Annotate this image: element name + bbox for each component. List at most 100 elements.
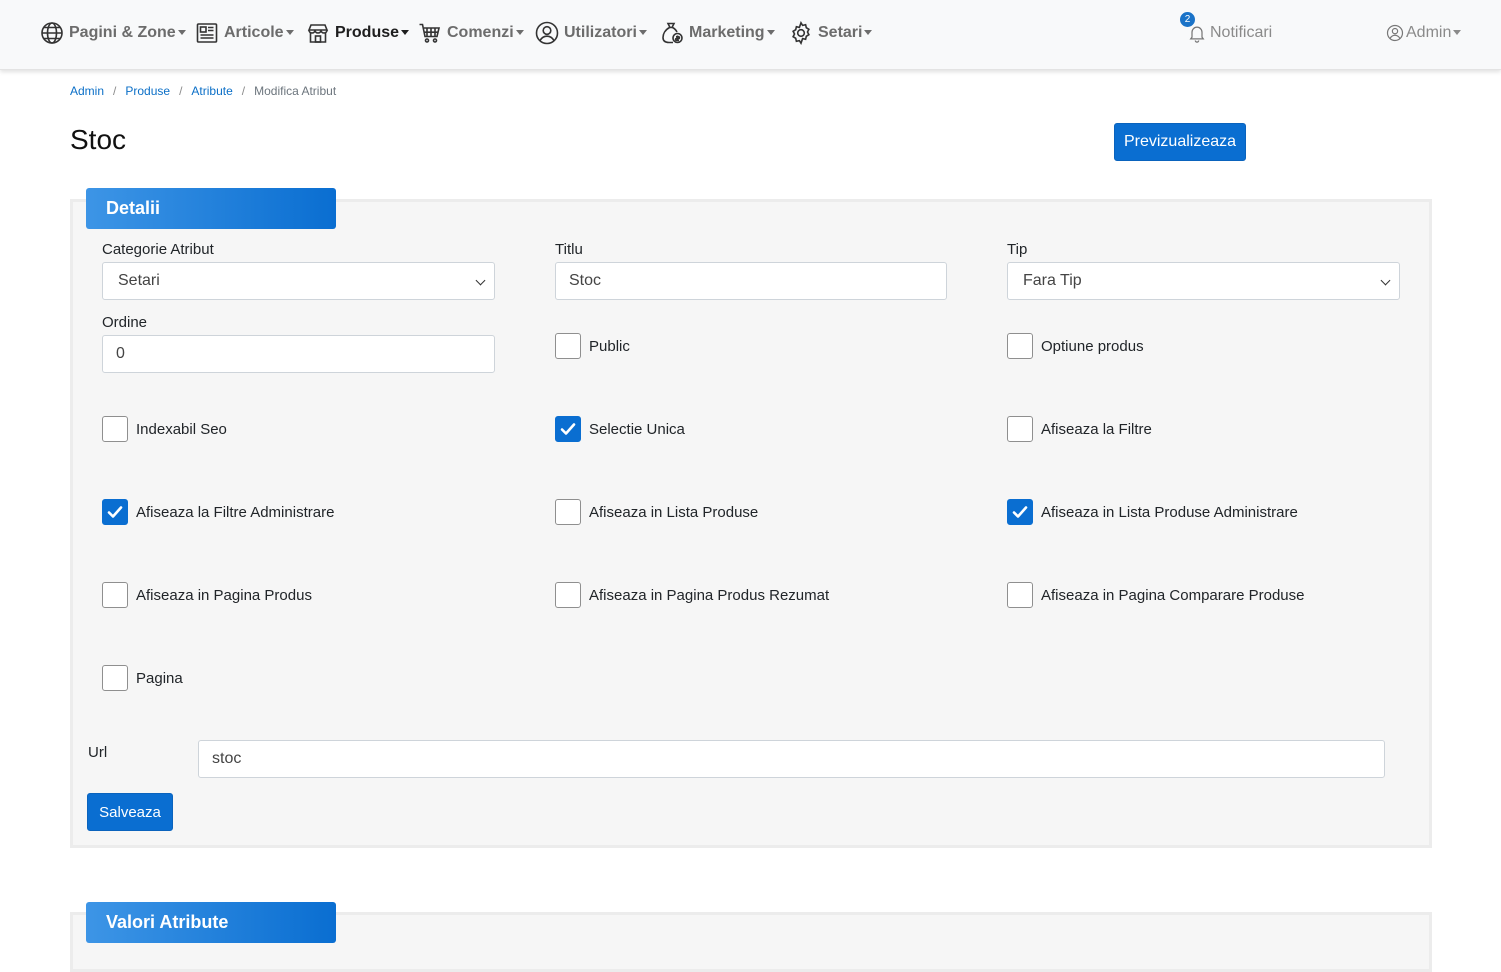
order-label: Ordine	[102, 314, 148, 331]
nav-label: Setari	[818, 24, 863, 41]
checkbox-box[interactable]	[555, 582, 581, 608]
breadcrumb-separator: /	[179, 84, 183, 98]
checkbox-pagina[interactable]: Pagina	[102, 665, 183, 691]
checkbox-afiseaza-in-pagina-produs-rezumat[interactable]: Afiseaza in Pagina Produs Rezumat	[555, 582, 829, 608]
admin-user-menu[interactable]: Admin	[1386, 19, 1462, 47]
checkbox-label: Afiseaza in Pagina Produs	[136, 586, 312, 604]
checkmark-icon	[560, 423, 576, 435]
checkbox-label: Public	[589, 337, 630, 355]
notification-count-badge: 2	[1180, 12, 1195, 27]
nav-label: Produse	[335, 24, 400, 41]
checkbox-label: Afiseaza in Pagina Produs Rezumat	[589, 586, 830, 604]
money-bag-icon	[660, 21, 684, 45]
type-select[interactable]: Fara Tip	[1007, 262, 1400, 300]
checkbox-label: Afiseaza la Filtre	[1041, 420, 1152, 438]
type-label: Tip	[1007, 241, 1028, 258]
url-label: Url	[88, 744, 108, 761]
order-input[interactable]: 0	[102, 335, 495, 373]
save-button[interactable]: Salveaza	[87, 793, 173, 831]
checkbox-afiseaza-la-filtre[interactable]: Afiseaza la Filtre	[1007, 416, 1152, 442]
globe-icon	[40, 21, 64, 45]
user-circle-icon	[1386, 24, 1404, 42]
checkbox-label: Indexabil Seo	[136, 420, 227, 438]
checkmark-icon	[107, 506, 123, 518]
checkbox-box[interactable]	[555, 333, 581, 359]
checkbox-afiseaza-in-pagina-produs[interactable]: Afiseaza in Pagina Produs	[102, 582, 312, 608]
checkbox-box[interactable]	[1007, 333, 1033, 359]
chevron-down-icon	[515, 29, 524, 35]
checkbox-public[interactable]: Public	[555, 333, 630, 359]
checkbox-label: Optiune produs	[1041, 337, 1144, 355]
checkbox-afiseaza-la-filtre-administrare[interactable]: Afiseaza la Filtre Administrare	[102, 499, 334, 525]
chevron-down-icon	[177, 29, 186, 35]
checkbox-box[interactable]	[1007, 499, 1033, 525]
checkbox-optiune-produs[interactable]: Optiune produs	[1007, 333, 1144, 359]
checkbox-indexabil-seo[interactable]: Indexabil Seo	[102, 416, 227, 442]
checkbox-label: Afiseaza in Lista Produse Administrare	[1041, 503, 1298, 521]
type-select-value: Fara Tip	[1023, 272, 1082, 289]
checkbox-label: Afiseaza in Pagina Comparare Produse	[1041, 586, 1305, 604]
notifications-label: Notificari	[1210, 24, 1273, 41]
checkbox-box[interactable]	[102, 499, 128, 525]
nav-marketing[interactable]: Marketing	[660, 19, 775, 47]
nav-label: Comenzi	[447, 24, 514, 41]
nav-label: Articole	[224, 24, 284, 41]
notifications-menu[interactable]: 2 Notificari	[1180, 12, 1273, 47]
url-input[interactable]: stoc	[198, 740, 1385, 778]
breadcrumb-link-admin[interactable]: Admin	[70, 84, 104, 98]
nav-label: Utilizatori	[564, 24, 637, 41]
checkbox-box[interactable]	[555, 416, 581, 442]
chevron-down-icon	[766, 29, 775, 35]
checkbox-label: Pagina	[136, 669, 183, 687]
nav-pagini-zone[interactable]: Pagini & Zone	[40, 19, 186, 47]
checkbox-selectie-unica[interactable]: Selectie Unica	[555, 416, 685, 442]
nav-setari[interactable]: Setari	[789, 19, 873, 47]
chevron-down-icon	[1453, 29, 1462, 35]
nav-articole[interactable]: Articole	[195, 19, 294, 47]
nav-utilizatori[interactable]: Utilizatori	[535, 19, 647, 47]
category-label: Categorie Atribut	[102, 241, 214, 258]
checkbox-box[interactable]	[102, 416, 128, 442]
checkbox-label: Selectie Unica	[589, 420, 685, 438]
preview-button[interactable]: Previzualizeaza	[1114, 123, 1246, 161]
page-title: Stoc	[70, 124, 127, 155]
checkbox-label: Afiseaza la Filtre Administrare	[136, 503, 335, 521]
values-tab-header: Valori Atribute	[86, 902, 336, 943]
chevron-down-icon	[638, 29, 647, 35]
user-circle-icon	[535, 21, 559, 45]
chevron-down-icon	[864, 29, 873, 35]
newspaper-icon	[195, 21, 219, 45]
breadcrumb-separator: /	[241, 84, 246, 98]
checkbox-label: Afiseaza in Lista Produse	[589, 503, 759, 521]
checkmark-icon	[1012, 506, 1028, 518]
order-input-value: 0	[116, 345, 125, 362]
breadcrumb-current: Modifica Atribut	[254, 84, 337, 98]
breadcrumb: Admin / Produse / Atribute / Modifica At…	[70, 84, 336, 98]
cart-icon	[418, 21, 442, 45]
breadcrumb-separator: /	[113, 84, 117, 98]
checkbox-box[interactable]	[1007, 416, 1033, 442]
top-navbar: Pagini & Zone Articole Produse Comenzi U…	[0, 0, 1501, 70]
category-select[interactable]: Setari	[102, 262, 495, 300]
category-select-value: Setari	[118, 272, 160, 289]
chevron-down-icon	[285, 29, 294, 35]
breadcrumb-link-produse[interactable]: Produse	[125, 84, 170, 98]
checkbox-box[interactable]	[102, 665, 128, 691]
nav-label: Pagini & Zone	[69, 24, 176, 41]
checkbox-afiseaza-in-lista-produse[interactable]: Afiseaza in Lista Produse	[555, 499, 758, 525]
details-tab-header: Detalii	[86, 188, 336, 229]
title-label: Titlu	[555, 241, 583, 258]
nav-label: Marketing	[689, 24, 765, 41]
chevron-down-icon	[401, 29, 410, 35]
checkbox-box[interactable]	[555, 499, 581, 525]
store-icon	[306, 21, 330, 45]
breadcrumb-link-atribute[interactable]: Atribute	[191, 84, 232, 98]
checkbox-box[interactable]	[1007, 582, 1033, 608]
nav-produse[interactable]: Produse	[306, 19, 410, 47]
checkbox-box[interactable]	[102, 582, 128, 608]
admin-label: Admin	[1406, 24, 1452, 41]
checkbox-afiseaza-in-lista-produse-administrare[interactable]: Afiseaza in Lista Produse Administrare	[1007, 499, 1298, 525]
title-input[interactable]: Stoc	[555, 262, 947, 300]
nav-comenzi[interactable]: Comenzi	[418, 19, 524, 47]
checkbox-afiseaza-in-pagina-comparare-produse[interactable]: Afiseaza in Pagina Comparare Produse	[1007, 582, 1304, 608]
